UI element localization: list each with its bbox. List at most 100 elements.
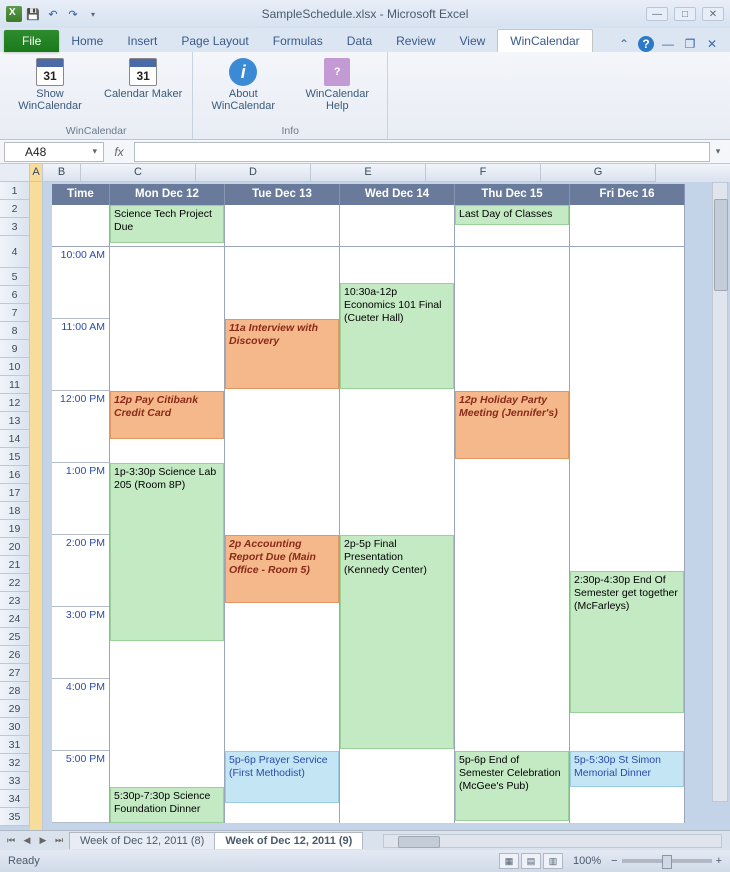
tab-insert[interactable]: Insert (115, 30, 169, 52)
minimize-ribbon-icon[interactable]: ⌃ (616, 36, 632, 52)
sheet-tab-prev[interactable]: Week of Dec 12, 2011 (8) (69, 832, 215, 849)
sheet-last-icon[interactable]: ⏭ (52, 835, 66, 846)
event-mon-12p[interactable]: 12p Pay Citibank Credit Card (110, 391, 224, 439)
view-page-layout-icon[interactable]: ▤ (521, 853, 541, 869)
tab-file[interactable]: File (4, 30, 59, 52)
row-header[interactable]: 11 (0, 376, 30, 394)
event-mon-allday[interactable]: Science Tech Project Due (110, 205, 224, 243)
col-header-f[interactable]: F (426, 164, 541, 182)
horizontal-scrollbar[interactable] (383, 834, 722, 848)
row-header[interactable]: 5 (0, 268, 30, 286)
row-header[interactable]: 16 (0, 466, 30, 484)
zoom-out-icon[interactable]: − (611, 855, 617, 867)
vertical-scrollbar[interactable] (712, 182, 728, 802)
row-header[interactable]: 13 (0, 412, 30, 430)
tab-home[interactable]: Home (59, 30, 115, 52)
event-thu-12p[interactable]: 12p Holiday Party Meeting (Jennifer's) (455, 391, 569, 459)
event-wed-1030[interactable]: 10:30a-12p Economics 101 Final (Cueter H… (340, 283, 454, 389)
undo-icon[interactable]: ↶ (44, 5, 62, 23)
zoom-in-icon[interactable]: + (716, 855, 722, 867)
event-fri-5p[interactable]: 5p-5:30p St Simon Memorial Dinner (570, 751, 684, 787)
row-header[interactable]: 31 (0, 736, 30, 754)
sheet-first-icon[interactable]: ⏮ (4, 835, 18, 846)
event-wed-2p[interactable]: 2p-5p Final Presentation (Kennedy Center… (340, 535, 454, 749)
close-button[interactable]: ✕ (702, 7, 724, 21)
row-header[interactable]: 20 (0, 538, 30, 556)
workbook-minimize-icon[interactable]: — (660, 36, 676, 52)
event-tue-5p[interactable]: 5p-6p Prayer Service (First Methodist) (225, 751, 339, 803)
row-header[interactable]: 3 (0, 218, 30, 236)
view-page-break-icon[interactable]: ▥ (543, 853, 563, 869)
row-header[interactable]: 28 (0, 682, 30, 700)
qat-dropdown-icon[interactable]: ▾ (84, 5, 102, 23)
row-header[interactable]: 32 (0, 754, 30, 772)
row-header[interactable]: 19 (0, 520, 30, 538)
col-header-d[interactable]: D (196, 164, 311, 182)
show-wincalendar-button[interactable]: 31 Show WinCalendar (10, 56, 90, 112)
row-header[interactable]: 23 (0, 592, 30, 610)
zoom-bar[interactable] (622, 859, 712, 863)
tab-wincalendar[interactable]: WinCalendar (497, 29, 592, 52)
row-header[interactable]: 10 (0, 358, 30, 376)
workbook-close-icon[interactable]: ✕ (704, 36, 720, 52)
formula-expand-icon[interactable]: ▾ (710, 146, 726, 157)
help-icon[interactable]: ? (638, 36, 654, 52)
event-thu-5p[interactable]: 5p-6p End of Semester Celebration (McGee… (455, 751, 569, 821)
minimize-button[interactable]: — (646, 7, 668, 21)
tab-page-layout[interactable]: Page Layout (169, 30, 260, 52)
event-tue-11a[interactable]: 11a Interview with Discovery (225, 319, 339, 389)
row-header[interactable]: 35 (0, 808, 30, 826)
calendar-maker-button[interactable]: 31 Calendar Maker (104, 56, 182, 100)
formula-input[interactable] (134, 142, 710, 162)
event-fri-230[interactable]: 2:30p-4:30p End Of Semester get together… (570, 571, 684, 713)
row-header[interactable]: 26 (0, 646, 30, 664)
col-header-a[interactable]: A (30, 164, 43, 182)
col-header-e[interactable]: E (311, 164, 426, 182)
select-all-corner[interactable] (0, 164, 30, 182)
row-header[interactable]: 34 (0, 790, 30, 808)
row-header[interactable]: 4 (0, 236, 30, 268)
row-header[interactable]: 14 (0, 430, 30, 448)
row-header[interactable]: 9 (0, 340, 30, 358)
tab-data[interactable]: Data (335, 30, 384, 52)
row-header[interactable]: 17 (0, 484, 30, 502)
save-icon[interactable]: 💾 (24, 5, 42, 23)
row-header[interactable]: 8 (0, 322, 30, 340)
row-header[interactable]: 25 (0, 628, 30, 646)
col-header-g[interactable]: G (541, 164, 656, 182)
event-thu-allday[interactable]: Last Day of Classes (455, 205, 569, 225)
sheet-prev-icon[interactable]: ◀ (20, 835, 34, 846)
row-header[interactable]: 33 (0, 772, 30, 790)
event-mon-530[interactable]: 5:30p-7:30p Science Foundation Dinner (110, 787, 224, 823)
row-header[interactable]: 12 (0, 394, 30, 412)
row-header[interactable]: 18 (0, 502, 30, 520)
about-wincalendar-button[interactable]: i About WinCalendar (203, 56, 283, 112)
row-header[interactable]: 1 (0, 182, 30, 200)
row-header[interactable]: 27 (0, 664, 30, 682)
row-header[interactable]: 21 (0, 556, 30, 574)
redo-icon[interactable]: ↷ (64, 5, 82, 23)
row-header[interactable]: 22 (0, 574, 30, 592)
row-header[interactable]: 7 (0, 304, 30, 322)
row-header[interactable]: 2 (0, 200, 30, 218)
tab-view[interactable]: View (448, 30, 498, 52)
worksheet-area[interactable]: 1 2 3 4 5 6 7 8 9 10 11 12 13 14 15 16 1… (0, 182, 730, 830)
row-header[interactable]: 30 (0, 718, 30, 736)
col-header-c[interactable]: C (81, 164, 196, 182)
event-tue-2p[interactable]: 2p Accounting Report Due (Main Office - … (225, 535, 339, 603)
tab-formulas[interactable]: Formulas (261, 30, 335, 52)
row-header[interactable]: 24 (0, 610, 30, 628)
view-normal-icon[interactable]: ▦ (499, 853, 519, 869)
excel-icon[interactable] (6, 6, 22, 22)
row-header[interactable]: 29 (0, 700, 30, 718)
wincalendar-help-button[interactable]: ? WinCalendar Help (297, 56, 377, 112)
maximize-button[interactable]: □ (674, 7, 696, 21)
workbook-restore-icon[interactable]: ❐ (682, 36, 698, 52)
row-header[interactable]: 6 (0, 286, 30, 304)
sheet-next-icon[interactable]: ▶ (36, 835, 50, 846)
zoom-slider[interactable]: − + (611, 855, 722, 867)
col-header-b[interactable]: B (43, 164, 81, 182)
name-box[interactable]: A48 (4, 142, 104, 162)
row-header[interactable]: 15 (0, 448, 30, 466)
event-mon-1p[interactable]: 1p-3:30p Science Lab 205 (Room 8P) (110, 463, 224, 641)
